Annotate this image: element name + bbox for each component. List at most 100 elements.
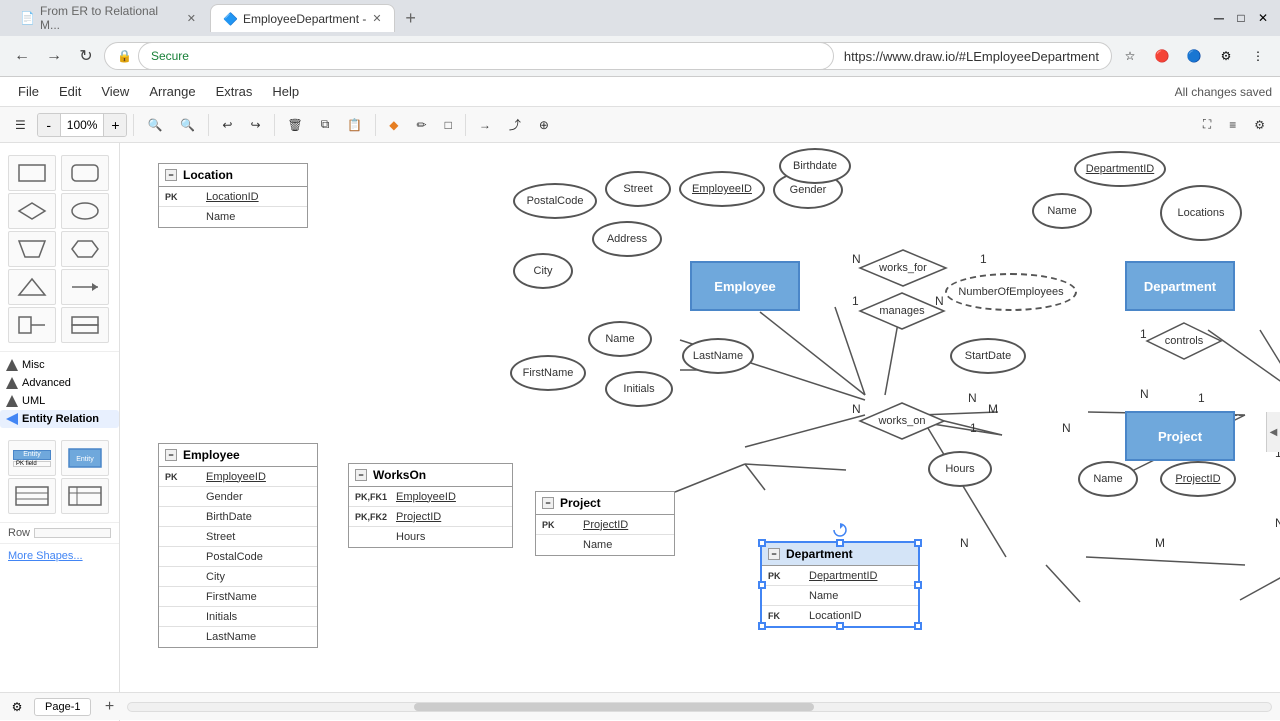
street-ellipse[interactable]: Street [605, 171, 671, 207]
row-preview[interactable] [34, 528, 111, 538]
project-collapse-btn[interactable]: − [542, 497, 554, 509]
paste-button[interactable]: 📋 [340, 112, 369, 138]
startdate-ellipse[interactable]: StartDate [950, 338, 1026, 374]
page-1-tab[interactable]: Page-1 [34, 698, 91, 716]
add-page-button[interactable]: + [99, 697, 119, 717]
project-er-entity[interactable]: Project [1125, 411, 1235, 461]
resize-handle-tr[interactable] [914, 539, 922, 547]
forward-button[interactable]: → [40, 42, 68, 70]
sidebar-toggle-button[interactable]: ☰ [8, 112, 33, 138]
dept-name-ellipse[interactable]: Name [1032, 193, 1092, 229]
insert-button[interactable]: ⊕ [532, 112, 556, 138]
redo-button[interactable]: ↪ [243, 112, 267, 138]
extension-icon-2[interactable]: 🔵 [1180, 42, 1208, 70]
delete-button[interactable]: 🗑 [281, 112, 310, 138]
zoom-value[interactable]: 100% [60, 114, 105, 136]
chrome-menu-icon[interactable]: ⋮ [1244, 42, 1272, 70]
workson-collapse-btn[interactable]: − [355, 469, 367, 481]
sidebar-tool-misc[interactable]: Misc [0, 356, 119, 374]
new-tab-button[interactable]: + [397, 4, 425, 32]
horizontal-scrollbar[interactable] [127, 702, 1272, 712]
proj-id-ellipse[interactable]: ProjectID [1160, 461, 1236, 497]
canvas-area[interactable]: N 1 1 N 1 N [120, 143, 1280, 721]
department-er-entity[interactable]: Department [1125, 261, 1235, 311]
manages-diamond[interactable]: manages [858, 291, 946, 331]
zoom-in-button[interactable]: + [104, 113, 126, 137]
lastname-ellipse[interactable]: LastName [682, 338, 754, 374]
extension-icon-1[interactable]: 🔴 [1148, 42, 1176, 70]
connector-button[interactable]: → [472, 112, 498, 138]
shape-item-8[interactable] [61, 269, 109, 305]
postalcode-ellipse[interactable]: PostalCode [513, 183, 597, 219]
resize-handle-ml[interactable] [758, 581, 766, 589]
controls-diamond[interactable]: controls [1145, 321, 1223, 361]
extension-icon-3[interactable]: ⚙ [1212, 42, 1240, 70]
right-panel-expand[interactable]: ◀ [1266, 412, 1280, 452]
more-shapes-button[interactable]: More Shapes... [8, 550, 111, 562]
initials-ellipse[interactable]: Initials [605, 371, 673, 407]
page-settings-button[interactable]: ⚙ [8, 698, 26, 716]
waypoint-button[interactable]: ⤴ [502, 112, 528, 138]
proj-name-ellipse[interactable]: Name [1078, 461, 1138, 497]
menu-arrange[interactable]: Arrange [139, 77, 205, 106]
shape-item-9[interactable] [8, 307, 56, 343]
copy-button[interactable]: ⧉ [314, 112, 337, 138]
dept-id-ellipse[interactable]: DepartmentID [1074, 151, 1166, 187]
fullscreen-button[interactable]: ⛶ [1196, 112, 1218, 138]
maximize-button[interactable]: □ [1232, 9, 1250, 27]
tab-close-2[interactable]: ✕ [372, 12, 381, 25]
employeeid-ellipse[interactable]: EmployeeID [679, 171, 765, 207]
works-for-diamond[interactable]: works_for [858, 248, 948, 288]
back-button[interactable]: ← [8, 42, 36, 70]
location-collapse-btn[interactable]: − [165, 169, 177, 181]
name-emp-ellipse[interactable]: Name [588, 321, 652, 357]
shape-item-1[interactable] [8, 155, 56, 191]
dept-collapse-btn[interactable]: − [768, 548, 780, 560]
tab-active[interactable]: 🔷 EmployeeDepartment - ✕ [210, 4, 395, 32]
resize-handle-bl[interactable] [758, 622, 766, 630]
zoom-in-btn2[interactable]: 🔍 [173, 112, 202, 138]
shape-item-6[interactable] [61, 231, 109, 267]
firstname-ellipse[interactable]: FirstName [510, 355, 586, 391]
entity-shape-2[interactable]: Entity [61, 440, 109, 476]
format-button[interactable]: ≡ [1222, 112, 1243, 138]
numberofemployees-ellipse[interactable]: NumberOfEmployees [945, 273, 1077, 311]
settings-button[interactable]: ⚙ [1247, 112, 1272, 138]
shape-item-5[interactable] [8, 231, 56, 267]
menu-file[interactable]: File [8, 77, 49, 106]
shape-item-10[interactable] [61, 307, 109, 343]
address-bar[interactable]: 🔒 Secure https://www.draw.io/#LEmployeeD… [104, 42, 1112, 70]
city-ellipse[interactable]: City [513, 253, 573, 289]
menu-edit[interactable]: Edit [49, 77, 91, 106]
bookmark-icon[interactable]: ☆ [1116, 42, 1144, 70]
locations-ellipse[interactable]: Locations [1160, 185, 1242, 241]
resize-handle-mr[interactable] [914, 581, 922, 589]
entity-shape-4[interactable] [61, 478, 109, 514]
zoom-fit-button[interactable]: 🔍 [140, 112, 169, 138]
birthdate-ellipse[interactable]: Birthdate [779, 148, 851, 184]
line-color-button[interactable]: ✏ [410, 112, 434, 138]
employee-er-entity[interactable]: Employee [690, 261, 800, 311]
zoom-out-button[interactable]: - [38, 113, 60, 137]
works-on-diamond[interactable]: works_on [858, 401, 946, 441]
shape-item-7[interactable] [8, 269, 56, 305]
shape-item-2[interactable] [61, 155, 109, 191]
menu-view[interactable]: View [91, 77, 139, 106]
fill-color-button[interactable]: ◆ [382, 112, 405, 138]
resize-handle-br[interactable] [914, 622, 922, 630]
resize-handle-bc[interactable] [836, 622, 844, 630]
tab-close-1[interactable]: ✕ [187, 12, 196, 25]
menu-extras[interactable]: Extras [206, 77, 263, 106]
sidebar-tool-advanced[interactable]: Advanced [0, 374, 119, 392]
minimize-button[interactable]: ─ [1210, 9, 1228, 27]
shape-item-4[interactable] [61, 193, 109, 229]
resize-handle-tc[interactable] [836, 539, 844, 547]
undo-button[interactable]: ↩ [215, 112, 239, 138]
resize-handle-tl[interactable] [758, 539, 766, 547]
sidebar-tool-uml[interactable]: UML [0, 392, 119, 410]
menu-help[interactable]: Help [262, 77, 309, 106]
sidebar-tool-entity[interactable]: Entity Relation [0, 410, 119, 428]
entity-shape-3[interactable] [8, 478, 56, 514]
department-table-selected[interactable]: − Department PK DepartmentID Name FK Loc… [760, 541, 920, 628]
tab-inactive[interactable]: 📄 From ER to Relational M... ✕ [8, 4, 208, 32]
